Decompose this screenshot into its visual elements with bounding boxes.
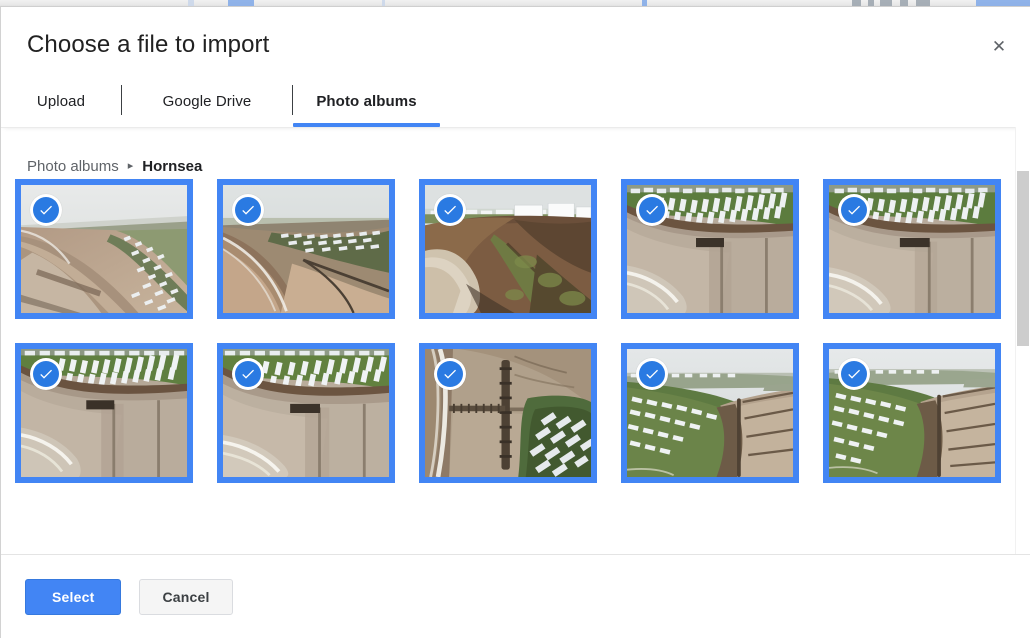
photo-thumbnail[interactable] xyxy=(15,343,193,483)
chevron-right-icon: ▸ xyxy=(128,161,134,172)
cancel-button[interactable]: Cancel xyxy=(139,579,232,615)
dialog-body: Photo albums ▸ Hornsea xyxy=(1,127,1030,554)
breadcrumb-root[interactable]: Photo albums xyxy=(27,158,119,175)
tab-google-drive[interactable]: Google Drive xyxy=(122,75,292,127)
dialog-header: Choose a file to import ✕ Upload Google … xyxy=(1,7,1030,127)
photo-grid-row xyxy=(15,343,1030,483)
photo-thumbnail[interactable] xyxy=(823,179,1001,319)
scrollbar-thumb[interactable] xyxy=(1017,171,1029,346)
check-circle-icon xyxy=(232,358,264,390)
photo-thumbnail[interactable] xyxy=(621,343,799,483)
check-circle-icon xyxy=(434,194,466,226)
select-button[interactable]: Select xyxy=(25,579,121,615)
check-circle-icon xyxy=(636,358,668,390)
tab-underline xyxy=(293,123,440,127)
tab-upload[interactable]: Upload xyxy=(1,75,121,127)
photo-thumbnail[interactable] xyxy=(419,343,597,483)
tab-google-drive-label: Google Drive xyxy=(163,93,252,110)
breadcrumb-current: Hornsea xyxy=(142,158,202,175)
tab-bar: Upload Google Drive Photo albums xyxy=(1,75,1030,127)
check-circle-icon xyxy=(232,194,264,226)
check-circle-icon xyxy=(434,358,466,390)
check-circle-icon xyxy=(838,194,870,226)
breadcrumb: Photo albums ▸ Hornsea xyxy=(1,127,1030,179)
dialog-footer: Select Cancel xyxy=(1,554,1030,638)
photo-thumbnail[interactable] xyxy=(823,343,1001,483)
photo-grid-row xyxy=(15,179,1030,319)
tab-upload-label: Upload xyxy=(37,93,85,110)
tab-photo-albums-label: Photo albums xyxy=(316,93,416,110)
check-circle-icon xyxy=(30,194,62,226)
photo-thumbnail[interactable] xyxy=(621,179,799,319)
tab-photo-albums[interactable]: Photo albums xyxy=(293,75,440,127)
check-circle-icon xyxy=(636,194,668,226)
import-file-dialog: Choose a file to import ✕ Upload Google … xyxy=(0,6,1030,638)
content-scrollbar[interactable] xyxy=(1015,127,1030,554)
photo-thumbnail[interactable] xyxy=(15,179,193,319)
photo-grid xyxy=(1,179,1030,554)
photo-thumbnail[interactable] xyxy=(419,179,597,319)
check-circle-icon xyxy=(30,358,62,390)
close-icon[interactable]: ✕ xyxy=(982,29,1016,63)
check-circle-icon xyxy=(838,358,870,390)
photo-thumbnail[interactable] xyxy=(217,343,395,483)
photo-thumbnail[interactable] xyxy=(217,179,395,319)
page-title: Choose a file to import xyxy=(1,7,1030,61)
